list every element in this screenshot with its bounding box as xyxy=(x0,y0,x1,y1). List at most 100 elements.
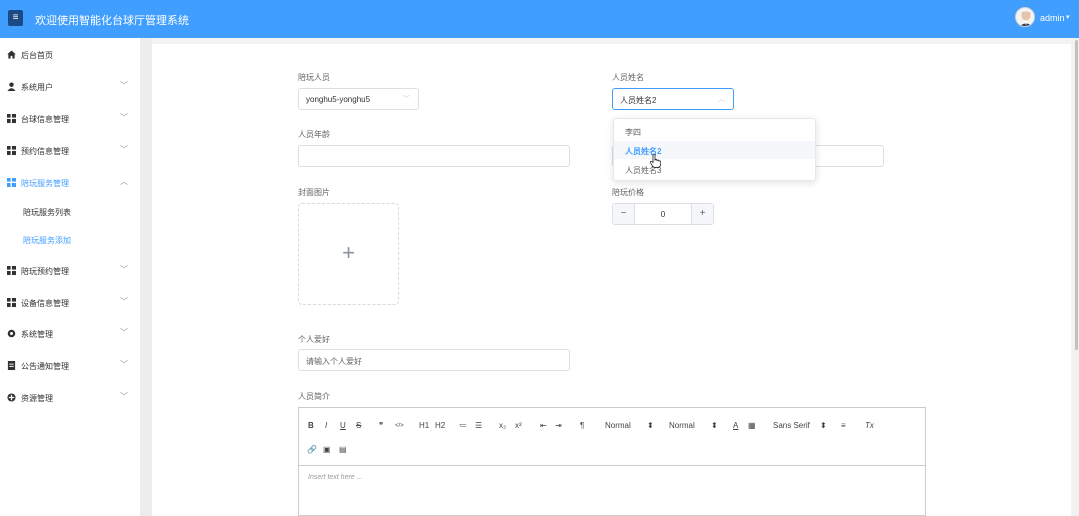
hamburger-icon[interactable]: ≡ xyxy=(8,10,23,26)
font-color-button[interactable]: A xyxy=(733,421,738,430)
sidebar-item-system-users[interactable]: 系统用户 ﹀ xyxy=(0,76,140,96)
staff-name-dropdown: 李四 人员姓名2 人员姓名3 xyxy=(613,118,816,181)
sidebar-item-label: 公告通知管理 xyxy=(21,362,69,371)
outdent-button[interactable]: ⇤ xyxy=(540,421,547,430)
chevron-down-icon: ﹀ xyxy=(120,392,128,401)
ordered-list-button[interactable]: ≔ xyxy=(459,421,467,430)
sidebar-subitem-service-list[interactable]: 陪玩服务列表 xyxy=(0,203,140,221)
chevron-down-icon: ﹀ xyxy=(120,113,128,122)
italic-button[interactable]: I xyxy=(325,421,327,430)
intro-label: 人员简介 xyxy=(298,392,330,401)
sidebar-item-label: 台球信息管理 xyxy=(21,115,69,124)
sidebar-item-system-management[interactable]: 系统管理 ﹀ xyxy=(0,323,140,343)
companion-label: 陪玩人员 xyxy=(298,73,330,82)
chevron-down-icon[interactable]: ▾ xyxy=(1066,13,1070,21)
sidebar-item-label: 陪玩预约管理 xyxy=(21,267,69,276)
sidebar-item-announcements[interactable]: 公告通知管理 ﹀ xyxy=(0,355,140,375)
staff-name-select[interactable]: 人员姓名2 ︿ xyxy=(612,88,734,110)
subscript-button[interactable]: x₂ xyxy=(499,421,506,430)
increment-button[interactable]: + xyxy=(691,204,713,224)
editor-divider xyxy=(299,465,925,466)
sidebar: 后台首页 系统用户 ﹀ 台球信息管理 ﹀ 预约信息管理 ﹀ 陪玩服务管理 ︿ 陪… xyxy=(0,38,140,516)
chevron-down-icon: ﹀ xyxy=(120,81,128,90)
grid-icon xyxy=(7,298,16,307)
dropdown-option-selected[interactable]: 人员姓名2 xyxy=(614,141,815,159)
clear-format-button[interactable]: Tx xyxy=(865,421,874,430)
align-button[interactable]: ≡ xyxy=(841,421,846,430)
select-arrows-icon[interactable]: ⬍ xyxy=(711,421,718,430)
sidebar-item-equipment[interactable]: 设备信息管理 ﹀ xyxy=(0,292,140,312)
dropdown-option-label: 李四 xyxy=(625,128,641,137)
gear-icon xyxy=(7,329,16,338)
chevron-down-icon: ﹀ xyxy=(120,328,128,337)
chevron-down-icon: ﹀ xyxy=(120,297,128,306)
scrollbar-thumb[interactable] xyxy=(1075,40,1078,350)
gutter xyxy=(140,38,152,516)
sidebar-subitem-service-add[interactable]: 陪玩服务添加 xyxy=(0,231,140,249)
background-color-button[interactable]: ▦ xyxy=(748,421,756,430)
text-direction-button[interactable]: ¶ xyxy=(580,421,584,430)
sidebar-item-table-info[interactable]: 台球信息管理 ﹀ xyxy=(0,108,140,128)
sidebar-item-companion-booking[interactable]: 陪玩预约管理 ﹀ xyxy=(0,260,140,280)
editor-placeholder[interactable]: Insert text here ... xyxy=(308,474,362,481)
bold-button[interactable]: B xyxy=(308,421,314,430)
bullet-list-button[interactable]: ☰ xyxy=(475,421,482,430)
dropdown-option[interactable]: 人员姓名3 xyxy=(614,160,815,178)
editor-toolbar: B I U S ❞ </> H1 H2 ≔ ☰ x₂ x² ⇤ ⇥ ¶ Norm… xyxy=(299,416,925,438)
app-title: 欢迎使用智能化台球厅管理系统 xyxy=(35,15,189,27)
indent-button[interactable]: ⇥ xyxy=(555,421,562,430)
sidebar-item-companion-service[interactable]: 陪玩服务管理 ︿ xyxy=(0,172,140,192)
size-select[interactable]: Normal xyxy=(605,421,631,430)
hand-cursor-icon xyxy=(650,154,661,168)
select-arrows-icon[interactable]: ⬍ xyxy=(647,421,654,430)
companion-select-value: yonghu5-yonghu5 xyxy=(306,95,371,104)
chevron-down-icon: ﹀ xyxy=(120,265,128,274)
dropdown-option[interactable]: 李四 xyxy=(614,122,815,140)
header2-button[interactable]: H2 xyxy=(435,421,445,430)
link-icon[interactable]: 🔗 xyxy=(307,445,317,454)
price-value[interactable]: 0 xyxy=(635,210,691,219)
chevron-up-icon: ︿ xyxy=(120,177,128,186)
staff-name-label: 人员姓名 xyxy=(612,73,644,82)
sidebar-item-label: 后台首页 xyxy=(21,51,53,60)
hobby-label: 个人爱好 xyxy=(298,335,330,344)
sidebar-item-label: 设备信息管理 xyxy=(21,299,69,308)
decrement-button[interactable]: − xyxy=(613,204,635,224)
chevron-down-icon: ﹀ xyxy=(120,360,128,369)
price-stepper[interactable]: − 0 + xyxy=(612,203,714,225)
companion-select[interactable]: yonghu5-yonghu5 ﹀ xyxy=(298,88,419,110)
age-input[interactable] xyxy=(298,145,570,167)
code-block-button[interactable]: </> xyxy=(395,423,404,429)
font-family-select[interactable]: Sans Serif xyxy=(773,421,810,430)
plus-icon: + xyxy=(342,240,355,265)
header1-button[interactable]: H1 xyxy=(419,421,429,430)
sidebar-item-resources[interactable]: 资源管理 ﹀ xyxy=(0,387,140,407)
user-name[interactable]: admin xyxy=(1040,13,1065,23)
sidebar-item-home[interactable]: 后台首页 xyxy=(0,44,140,64)
document-icon xyxy=(7,361,16,370)
grid-icon xyxy=(7,146,16,155)
superscript-button[interactable]: x² xyxy=(515,421,522,430)
cover-image-label: 封面图片 xyxy=(298,188,330,197)
header-select[interactable]: Normal xyxy=(669,421,695,430)
image-icon[interactable]: ▣ xyxy=(323,445,331,454)
price-label: 陪玩价格 xyxy=(612,188,644,197)
home-icon xyxy=(7,50,16,59)
cover-image-uploader[interactable]: + xyxy=(298,203,399,305)
blockquote-button[interactable]: ❞ xyxy=(379,421,383,430)
strikethrough-button[interactable]: S xyxy=(356,421,361,430)
video-icon[interactable]: ▤ xyxy=(339,445,347,454)
select-arrows-icon[interactable]: ⬍ xyxy=(820,421,827,430)
sidebar-item-label: 资源管理 xyxy=(21,394,53,403)
grid-icon xyxy=(7,266,16,275)
chevron-down-icon: ﹀ xyxy=(403,96,410,103)
user-icon xyxy=(7,82,16,91)
chevron-down-icon: ﹀ xyxy=(120,145,128,154)
hobby-input[interactable]: 请输入个人爱好 xyxy=(298,349,570,371)
sidebar-item-label: 预约信息管理 xyxy=(21,147,69,156)
sidebar-item-reservations[interactable]: 预约信息管理 ﹀ xyxy=(0,140,140,160)
hobby-input-placeholder: 请输入个人爱好 xyxy=(306,357,362,366)
top-header: ≡ 欢迎使用智能化台球厅管理系统 admin ▾ xyxy=(0,0,1079,38)
avatar[interactable] xyxy=(1015,7,1035,27)
underline-button[interactable]: U xyxy=(340,421,346,430)
